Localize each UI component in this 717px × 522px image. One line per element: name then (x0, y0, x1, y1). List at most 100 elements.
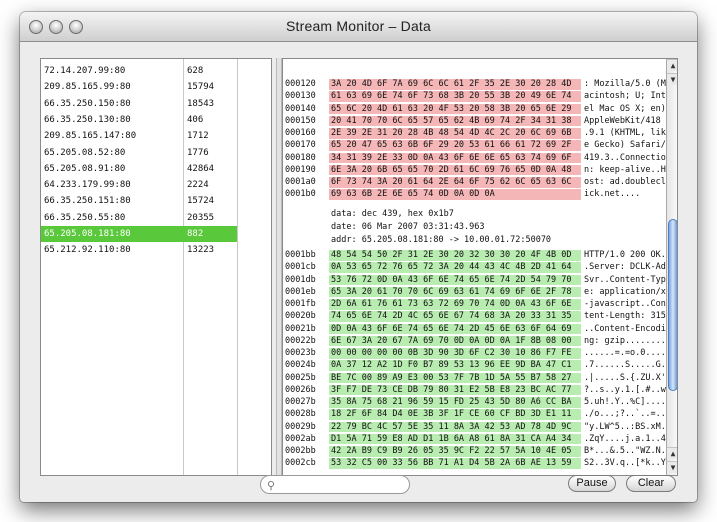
connection-address: 66.35.250.130:80 (44, 114, 131, 125)
hex-bytes: 2E 39 2E 31 20 28 4B 48 54 4D 4C 2C 20 6… (329, 128, 581, 139)
hex-offset: 00021b (285, 323, 316, 334)
search-field[interactable]: ⚲ (260, 475, 410, 494)
hex-bytes: 0D 0A 43 6F 6E 74 65 6E 74 2D 45 6E 63 6… (329, 323, 581, 335)
hex-offset: 000160 (285, 128, 316, 138)
connection-row[interactable]: 66.35.250.55:80 20355 (41, 210, 237, 226)
hex-offset: 00020b (285, 311, 316, 322)
title-bar[interactable]: Stream Monitor – Data (20, 12, 697, 42)
connection-byte-count: 406 (187, 114, 204, 125)
hex-bytes: 48 54 54 50 2F 31 2E 30 20 32 30 30 20 4… (329, 250, 581, 261)
hex-bytes: BE 7C 00 89 A9 E3 00 53 7F 7B 1D 5A 55 B… (329, 372, 581, 384)
hex-row: 000160 2E 39 2E 31 20 28 4B 48 54 4D 4C 2… (283, 128, 666, 139)
hex-row: 0001cb 0A 53 65 72 76 65 72 3A 20 44 43 4… (283, 262, 666, 273)
hex-offset: 000130 (285, 91, 316, 102)
ascii-text: S2..3V.q..[*k..Y (584, 458, 666, 469)
hex-bytes: 3A 20 4D 6F 7A 69 6C 6C 61 2F 35 2E 30 2… (329, 79, 581, 90)
hex-row: 00025b BE 7C 00 89 A9 E3 00 53 7F 7B 1D 5… (283, 372, 666, 384)
hex-bytes: 00 00 00 00 00 0B 3D 90 3D 6F C2 30 10 8… (329, 348, 581, 359)
hex-offset: 00028b (285, 409, 316, 420)
hex-bytes: 74 65 6E 74 2D 4C 65 6E 67 74 68 3A 20 3… (329, 311, 581, 322)
pause-button[interactable]: Pause (568, 475, 616, 492)
ascii-text: ......=.=o.0.... (584, 348, 666, 358)
scrollbar-thumb[interactable] (668, 219, 677, 391)
ascii-text: ick.net.... (584, 189, 641, 200)
hex-bytes: 53 32 C5 00 33 56 BB 71 A1 D4 5B 2A 6B A… (329, 458, 581, 469)
ascii-text: ?..s..y.1.[.#..w (584, 384, 666, 395)
connection-byte-count: 1776 (187, 147, 209, 158)
hex-row: 000190 6E 3A 20 6B 65 65 70 2D 61 6C 69 7… (283, 164, 666, 176)
hex-row: 000180 34 31 39 2E 33 0D 0A 43 6F 6E 6E 6… (283, 152, 666, 164)
ascii-text: .ZqY....j.a.1..4 (584, 433, 666, 444)
hex-offset: 0001eb (285, 286, 316, 297)
connection-list[interactable]: 72.14.207.99:80 628 209.85.165.99:80 15794 6… (40, 58, 272, 476)
clear-button[interactable]: Clear (626, 475, 676, 492)
meta-addr-line: addr: 65.205.08.181:80 -> 10.00.01.72:50… (331, 235, 552, 245)
hex-bytes: 69 63 6B 2E 6E 65 74 0D 0A 0D 0A (329, 189, 581, 200)
scroll-down-arrow-icon[interactable]: ▼ (667, 461, 677, 473)
hex-row: 0001a0 6F 73 74 3A 20 61 64 2E 64 6F 75 6… (283, 177, 666, 188)
connection-byte-count: 2224 (187, 180, 209, 191)
ascii-text: .Server: DCLK-Ad (584, 262, 666, 273)
meta-date-line: date: 06 Mar 2007 03:31:43.963 (331, 222, 485, 232)
connection-row[interactable]: 209.85.165.147:80 1712 (41, 128, 237, 144)
hex-bytes: 6E 67 3A 20 67 7A 69 70 0D 0A 0D 0A 1F 8… (329, 335, 581, 347)
hex-bytes: 6E 3A 20 6B 65 65 70 2D 61 6C 69 76 65 0… (329, 164, 581, 176)
hex-offset: 0001db (285, 274, 316, 285)
connection-row[interactable]: 65.205.08.181:80 882 (41, 226, 237, 242)
connection-row[interactable]: 64.233.179.99:80 2224 (41, 177, 237, 193)
hex-offset: 0001b0 (285, 189, 316, 200)
hex-row: 00022b 6E 67 3A 20 67 7A 69 70 0D 0A 0D 0… (283, 335, 666, 347)
hex-row: 00021b 0D 0A 43 6F 6E 74 65 6E 74 2D 45 6… (283, 323, 666, 335)
hex-row: 0002ab D1 5A 71 59 E8 AD D1 1B 6A A8 61 8… (283, 433, 666, 445)
search-input[interactable] (281, 478, 403, 492)
ascii-text: tent-Length: 315 (584, 311, 666, 322)
hex-offset: 00022b (285, 335, 316, 346)
connection-byte-count: 628 (187, 66, 204, 76)
hex-bytes: 61 63 69 6E 74 6F 73 68 3B 20 55 3B 20 4… (329, 91, 581, 102)
hex-row: 000170 65 20 47 65 63 6B 6F 29 20 53 61 6… (283, 140, 666, 151)
connection-byte-count: 15724 (187, 196, 215, 207)
scroll-down-arrow-icon[interactable]: ▼ (667, 73, 677, 85)
hex-offset: 0001a0 (285, 177, 316, 187)
hex-offset: 0001cb (285, 262, 316, 273)
connection-byte-count: 20355 (187, 212, 215, 223)
hex-bytes: 35 8A 75 68 21 96 59 15 FD 25 43 5D 80 A… (329, 397, 581, 408)
hex-row: 00026b 3F F7 DE 73 CE DB 79 80 31 E2 5B E… (283, 384, 666, 396)
connection-row[interactable]: 66.35.250.150:80 18543 (41, 96, 237, 112)
ascii-text: Svr..Content-Typ (584, 274, 666, 285)
connection-row[interactable]: 209.85.165.99:80 15794 (41, 79, 237, 95)
connection-row[interactable]: 65.212.92.110:80 13223 (41, 242, 237, 258)
ascii-text: n: keep-alive..H (584, 164, 666, 175)
vertical-scrollbar[interactable]: ▲ ▼ ▲ ▼ (666, 59, 677, 475)
connection-address: 66.35.250.150:80 (44, 98, 131, 109)
hex-row: 00027b 35 8A 75 68 21 96 59 15 FD 25 43 5… (283, 397, 666, 408)
connection-byte-count: 882 (187, 229, 204, 239)
meta-data-line: data: dec 439, hex 0x1b7 (331, 209, 454, 219)
hex-bytes: 34 31 39 2E 33 0D 0A 43 6F 6E 6E 65 63 7… (329, 152, 581, 164)
search-icon: ⚲ (267, 480, 276, 492)
hex-bytes: 42 2A B9 C9 B9 26 05 35 9C F2 22 57 5A 1… (329, 446, 581, 457)
hex-bytes: 6F 73 74 3A 20 61 64 2E 64 6F 75 62 6C 6… (329, 177, 581, 188)
hex-row: 0001fb 2D 6A 61 76 61 73 63 72 69 70 74 0… (283, 299, 666, 310)
hex-offset: 000120 (285, 79, 316, 89)
hex-offset: 0001bb (285, 250, 316, 260)
connection-address: 72.14.207.99:80 (44, 66, 126, 76)
hex-data-view[interactable]: 000120 3A 20 4D 6F 7A 69 6C 6C 61 2F 35 2… (282, 58, 678, 476)
connection-address: 209.85.165.99:80 (44, 82, 131, 93)
ascii-text: .9.1 (KHTML, lik (584, 128, 666, 138)
scroll-up-arrow-icon[interactable]: ▲ (667, 59, 677, 71)
connection-row[interactable]: 66.35.250.130:80 406 (41, 112, 237, 128)
scroll-up-arrow-icon[interactable]: ▲ (667, 447, 677, 459)
hex-row: 000120 3A 20 4D 6F 7A 69 6C 6C 61 2F 35 2… (283, 79, 666, 90)
hex-row: 00028b 18 2F 6F 84 D4 0E 3B 3F 1F CE 60 C… (283, 409, 666, 420)
hex-offset: 000150 (285, 115, 316, 126)
connection-address: 65.212.92.110:80 (44, 245, 131, 256)
hex-offset: 000190 (285, 164, 316, 175)
connection-byte-count: 18543 (187, 98, 215, 109)
hex-offset: 0002ab (285, 433, 316, 444)
connection-byte-count: 42864 (187, 163, 215, 174)
connection-row[interactable]: 65.205.08.91:80 42864 (41, 161, 237, 177)
connection-row[interactable]: 66.35.250.151:80 15724 (41, 193, 237, 209)
connection-row[interactable]: 65.205.08.52:80 1776 (41, 145, 237, 161)
connection-row[interactable]: 72.14.207.99:80 628 (41, 63, 237, 79)
